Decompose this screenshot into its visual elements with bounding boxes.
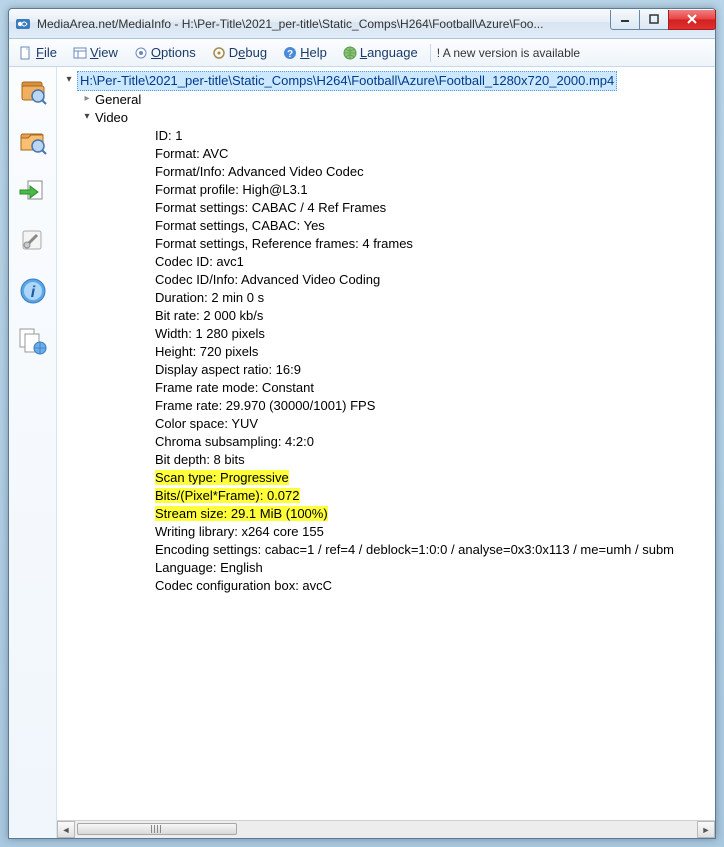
tree-section-general[interactable]: General xyxy=(75,91,715,109)
property-row[interactable]: ID: 1 xyxy=(97,127,715,145)
property-row[interactable]: Bits/(Pixel*Frame): 0.072 xyxy=(97,487,715,505)
property-row[interactable]: Color space: YUV xyxy=(97,415,715,433)
body: i H:\Per-Title\2021_per-title\Static_Com… xyxy=(9,67,715,838)
tree-section-video[interactable]: Video xyxy=(75,109,715,127)
property-row[interactable]: Frame rate: 29.970 (30000/1001) FPS xyxy=(97,397,715,415)
sidebar-about-icon[interactable]: i xyxy=(17,275,49,307)
scroll-left-arrow-icon[interactable]: ◄ xyxy=(57,821,75,838)
sidebar: i xyxy=(9,67,57,838)
section-label[interactable]: Video xyxy=(95,109,128,127)
horizontal-scrollbar[interactable]: ◄ ► xyxy=(57,820,715,838)
maximize-button[interactable] xyxy=(639,10,669,30)
property-row[interactable]: Bit depth: 8 bits xyxy=(97,451,715,469)
highlighted-value: Bits/(Pixel*Frame): 0.072 xyxy=(155,488,300,503)
property-row[interactable]: Scan type: Progressive xyxy=(97,469,715,487)
file-icon xyxy=(19,46,33,60)
sidebar-web-icon[interactable] xyxy=(17,325,49,357)
menu-help[interactable]: ? Help xyxy=(277,43,333,62)
property-row[interactable]: Format settings: CABAC / 4 Ref Frames xyxy=(97,199,715,217)
expand-toggle-icon[interactable] xyxy=(81,111,93,123)
property-row[interactable]: Codec configuration box: avcC xyxy=(97,577,715,595)
window-title: MediaArea.net/MediaInfo - H:\Per-Title\2… xyxy=(37,17,611,31)
minimize-button[interactable] xyxy=(610,10,640,30)
property-row[interactable]: Format/Info: Advanced Video Codec xyxy=(97,163,715,181)
close-button[interactable] xyxy=(668,10,716,30)
help-icon: ? xyxy=(283,46,297,60)
property-row[interactable]: Format: AVC xyxy=(97,145,715,163)
menu-options[interactable]: Options xyxy=(128,43,202,62)
sidebar-open-file-icon[interactable] xyxy=(17,75,49,107)
property-row[interactable]: Chroma subsampling: 4:2:0 xyxy=(97,433,715,451)
expand-toggle-icon[interactable] xyxy=(81,93,93,105)
svg-text:?: ? xyxy=(287,49,293,60)
property-row[interactable]: Format settings, Reference frames: 4 fra… xyxy=(97,235,715,253)
tree-view[interactable]: H:\Per-Title\2021_per-title\Static_Comps… xyxy=(57,67,715,820)
property-row[interactable]: Format settings, CABAC: Yes xyxy=(97,217,715,235)
app-window: MediaArea.net/MediaInfo - H:\Per-Title\2… xyxy=(8,8,716,839)
root-file-path[interactable]: H:\Per-Title\2021_per-title\Static_Comps… xyxy=(77,71,617,91)
property-row[interactable]: Duration: 2 min 0 s xyxy=(97,289,715,307)
menu-language[interactable]: Language xyxy=(337,43,424,62)
app-icon xyxy=(15,16,31,32)
property-row[interactable]: Writing library: x264 core 155 xyxy=(97,523,715,541)
svg-text:i: i xyxy=(30,284,35,301)
menu-debug[interactable]: Debug xyxy=(206,43,273,62)
sidebar-preferences-icon[interactable] xyxy=(17,225,49,257)
property-row[interactable]: Codec ID/Info: Advanced Video Coding xyxy=(97,271,715,289)
property-row[interactable]: Height: 720 pixels xyxy=(97,343,715,361)
tree-root[interactable]: H:\Per-Title\2021_per-title\Static_Comps… xyxy=(57,71,715,91)
view-icon xyxy=(73,46,87,60)
highlighted-value: Stream size: 29.1 MiB (100%) xyxy=(155,506,328,521)
property-row[interactable]: Encoding settings: cabac=1 / ref=4 / deb… xyxy=(97,541,715,559)
section-label[interactable]: General xyxy=(95,91,141,109)
titlebar[interactable]: MediaArea.net/MediaInfo - H:\Per-Title\2… xyxy=(9,9,715,39)
video-properties: ID: 1Format: AVCFormat/Info: Advanced Vi… xyxy=(75,127,715,595)
window-buttons xyxy=(611,10,716,30)
property-row[interactable]: Stream size: 29.1 MiB (100%) xyxy=(97,505,715,523)
scroll-thumb[interactable] xyxy=(77,823,237,835)
sidebar-open-folder-icon[interactable] xyxy=(17,125,49,157)
content: H:\Per-Title\2021_per-title\Static_Comps… xyxy=(57,67,715,838)
property-row[interactable]: Language: English xyxy=(97,559,715,577)
highlighted-value: Scan type: Progressive xyxy=(155,470,289,485)
property-row[interactable]: Bit rate: 2 000 kb/s xyxy=(97,307,715,325)
globe-icon xyxy=(343,46,357,60)
property-row[interactable]: Codec ID: avc1 xyxy=(97,253,715,271)
property-row[interactable]: Frame rate mode: Constant xyxy=(97,379,715,397)
menu-view[interactable]: View xyxy=(67,43,124,62)
debug-icon xyxy=(212,46,226,60)
scroll-track[interactable] xyxy=(75,821,697,838)
property-row[interactable]: Display aspect ratio: 16:9 xyxy=(97,361,715,379)
menu-separator xyxy=(430,44,431,62)
property-row[interactable]: Format profile: High@L3.1 xyxy=(97,181,715,199)
options-icon xyxy=(134,46,148,60)
scroll-right-arrow-icon[interactable]: ► xyxy=(697,821,715,838)
menubar: File View Options Debug ? Help xyxy=(9,39,715,67)
property-row[interactable]: Width: 1 280 pixels xyxy=(97,325,715,343)
sidebar-export-icon[interactable] xyxy=(17,175,49,207)
version-notice[interactable]: ! A new version is available xyxy=(437,46,580,60)
menu-file[interactable]: File xyxy=(13,43,63,62)
expand-toggle-icon[interactable] xyxy=(63,74,75,86)
